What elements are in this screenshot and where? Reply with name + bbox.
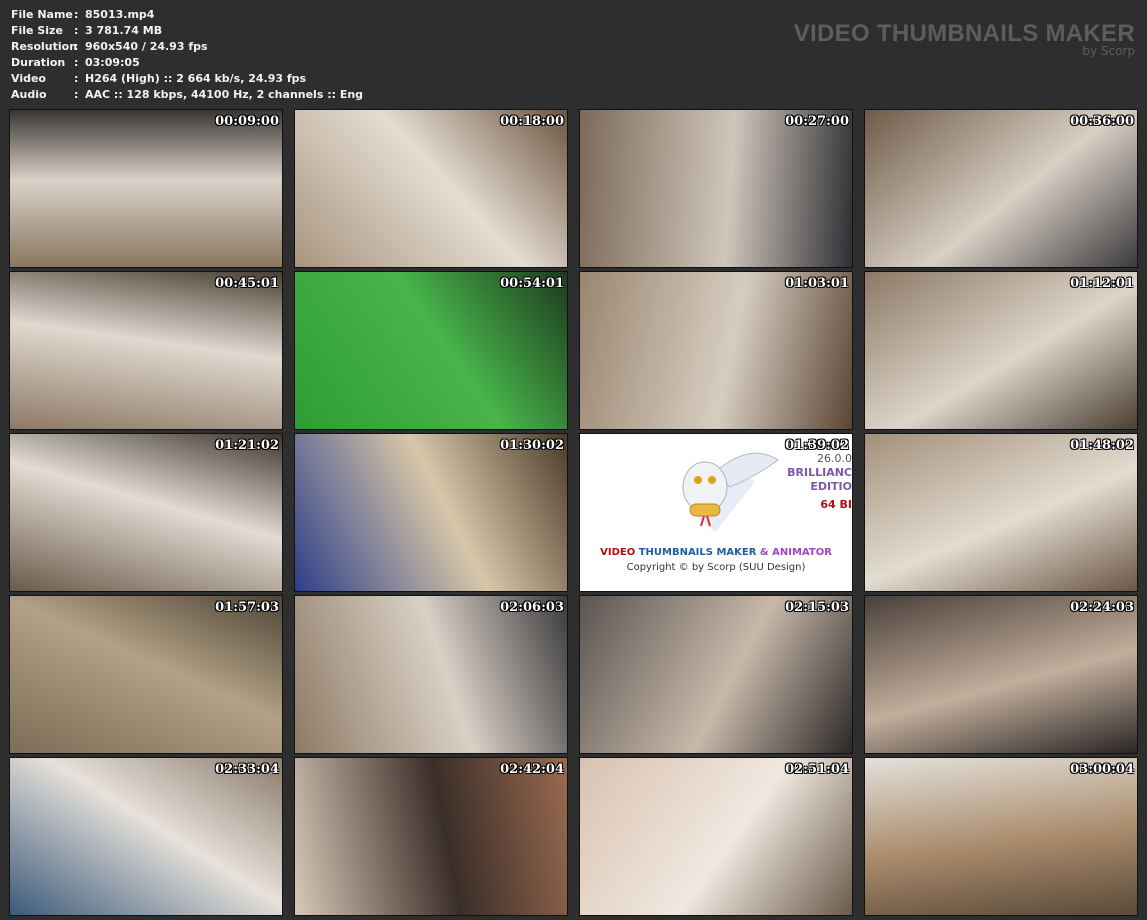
info-label: Duration — [11, 56, 66, 69]
timestamp: 02:24:03 — [1070, 600, 1134, 615]
timestamp: 00:27:00 — [785, 114, 849, 129]
thumbnail: 01:21:02 — [9, 433, 283, 592]
timestamp: 01:03:01 — [785, 276, 849, 291]
timestamp: 01:30:02 — [500, 438, 564, 453]
thumbnail: 00:18:00 — [294, 109, 568, 268]
thumbnail: 01:48:02 — [864, 433, 1138, 592]
thumbnail: 02:51:04 — [579, 757, 853, 916]
timestamp: 01:21:02 — [215, 438, 279, 453]
thumbnail: 01:57:03 — [9, 595, 283, 754]
info-separator: : — [74, 88, 79, 101]
timestamp: 02:42:04 — [500, 762, 564, 777]
timestamp: 01:57:03 — [215, 600, 279, 615]
info-separator: : — [74, 72, 79, 85]
info-value: H264 (High) :: 2 664 kb/s, 24.93 fps — [85, 72, 307, 85]
thumbnail-grid: 00:09:00 00:18:00 00:27:00 00:36:00 00:45:01… — [9, 109, 1138, 916]
timestamp: 00:54:01 — [500, 276, 564, 291]
timestamp: 01:39:02 — [785, 438, 849, 453]
timestamp: 00:09:00 — [215, 114, 279, 129]
timestamp: 02:06:03 — [500, 600, 564, 615]
info-value: 03:09:05 — [85, 56, 140, 69]
timestamp: 00:45:01 — [215, 276, 279, 291]
thumbnail: 02:24:03 — [864, 595, 1138, 754]
copyright: Copyright © by Scorp (SUU Design) — [626, 562, 806, 573]
timestamp: 02:15:03 — [785, 600, 849, 615]
thumbnail: 02:15:03 — [579, 595, 853, 754]
timestamp: 03:00:04 — [1070, 762, 1134, 777]
bits-label: 64 BI — [820, 498, 852, 511]
file-info: File Name:85013.mp4 File Size:3 781.74 MB… — [11, 7, 363, 103]
timestamp: 01:48:02 — [1070, 438, 1134, 453]
info-separator: : — [74, 8, 79, 21]
thumbnail: 26.0.0 BRILLIANC EDITIO 64 BI VIDEO THUM… — [579, 433, 853, 592]
thumbnail: 01:12:01 — [864, 271, 1138, 430]
timestamp: 02:33:04 — [215, 762, 279, 777]
info-row: Video: H264 (High) :: 2 664 kb/s, 24.93 f… — [11, 71, 363, 87]
info-label: Audio — [11, 88, 47, 101]
version-info: 26.0.0 BRILLIANC EDITIO 64 BI — [787, 452, 852, 512]
info-row: Duration:03:09:05 — [11, 55, 363, 71]
edition-line: BRILLIANC — [787, 466, 852, 479]
info-label: Resolution — [11, 40, 78, 53]
timestamp: 00:36:00 — [1070, 114, 1134, 129]
timestamp: 02:51:04 — [785, 762, 849, 777]
timestamp: 01:12:01 — [1070, 276, 1134, 291]
owl-logo-icon — [682, 452, 779, 532]
thumbnail: 02:33:04 — [9, 757, 283, 916]
info-separator: : — [74, 56, 79, 69]
thumbnail: 00:36:00 — [864, 109, 1138, 268]
info-value: 960x540 / 24.93 fps — [85, 40, 208, 53]
info-label: File Size — [11, 24, 63, 37]
info-row: File Size:3 781.74 MB — [11, 23, 363, 39]
thumbnail: 00:27:00 — [579, 109, 853, 268]
info-value: AAC :: 128 kbps, 44100 Hz, 2 channels ::… — [85, 88, 364, 101]
thumbnail: 02:42:04 — [294, 757, 568, 916]
info-row: Resolution:960x540 / 24.93 fps — [11, 39, 363, 55]
info-separator: : — [74, 40, 79, 53]
thumbnail: 00:09:00 — [9, 109, 283, 268]
version: 26.0.0 — [817, 452, 852, 465]
info-label: Video — [11, 72, 46, 85]
product-title: VIDEO THUMBNAILS MAKER & ANIMATOR — [600, 547, 832, 558]
brand-watermark: VIDEO THUMBNAILS MAKER by Scorp — [794, 20, 1135, 58]
info-value: 85013.mp4 — [85, 8, 155, 21]
edition-line: EDITIO — [810, 480, 852, 493]
info-separator: : — [74, 24, 79, 37]
info-row: File Name:85013.mp4 — [11, 7, 363, 23]
thumbnail: 00:54:01 — [294, 271, 568, 430]
thumbnail: 01:30:02 — [294, 433, 568, 592]
info-label: File Name — [11, 8, 73, 21]
info-row: Audio: AAC :: 128 kbps, 44100 Hz, 2 chann… — [11, 87, 363, 103]
thumbnail: 02:06:03 — [294, 595, 568, 754]
info-value: 3 781.74 MB — [85, 24, 163, 37]
thumbnail: 01:03:01 — [579, 271, 853, 430]
thumbnail: 00:45:01 — [9, 271, 283, 430]
thumbnail: 03:00:04 — [864, 757, 1138, 916]
timestamp: 00:18:00 — [500, 114, 564, 129]
